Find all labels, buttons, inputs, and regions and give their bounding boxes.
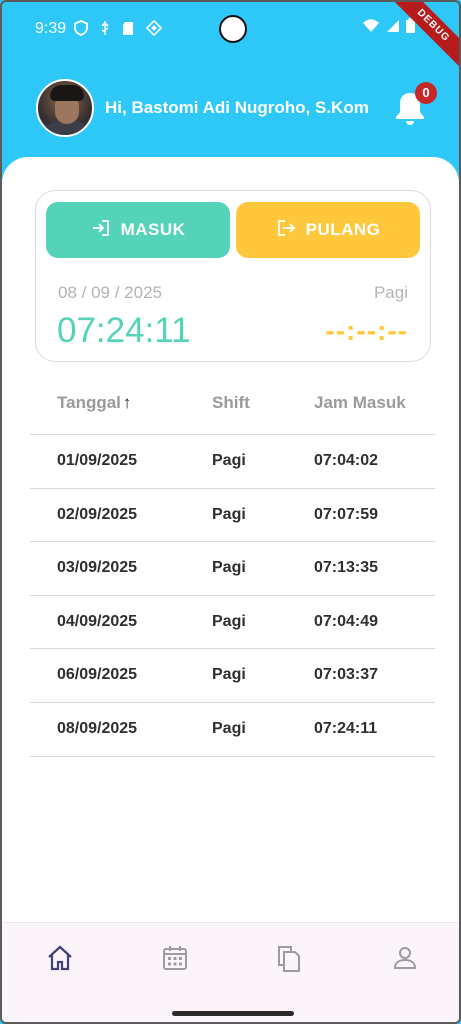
cell-date: 03/09/2025 [57, 559, 138, 577]
masuk-label: MASUK [120, 220, 186, 239]
status-bar: 9:39 DEBUG [2, 2, 459, 76]
table-row[interactable]: 01/09/2025 Pagi 07:04:02 [30, 435, 435, 489]
cell-jam-masuk: 07:13:35 [314, 559, 379, 577]
cell-date: 08/09/2025 [57, 719, 138, 737]
cell-shift: Pagi [212, 505, 246, 523]
column-header-jam-masuk[interactable]: Jam Masuk [314, 393, 406, 413]
current-shift: Pagi [373, 283, 408, 302]
cell-jam-masuk: 07:03:37 [314, 666, 379, 684]
sd-card-icon [122, 21, 134, 41]
home-icon[interactable] [45, 943, 75, 973]
table-row[interactable]: 08/09/2025 Pagi 07:24:11 [30, 703, 435, 757]
table-row[interactable]: 04/09/2025 Pagi 07:04:49 [30, 596, 435, 650]
nfc-icon [145, 19, 163, 41]
avatar[interactable] [36, 79, 94, 137]
cell-date: 06/09/2025 [57, 666, 138, 684]
home-indicator [172, 1011, 294, 1016]
calendar-icon[interactable] [160, 943, 190, 973]
usb-icon [100, 20, 110, 41]
column-header-date[interactable]: Tanggal ↑ [57, 393, 131, 413]
attendance-table: Tanggal ↑ Shift Jam Masuk 01/09/2025 Pagi… [30, 385, 435, 757]
signal-icon [386, 19, 400, 38]
cell-date: 01/09/2025 [57, 452, 138, 469]
table-row[interactable]: 02/09/2025 Pagi 07:07:59 [30, 489, 435, 543]
pulang-button[interactable]: PULANG [236, 202, 420, 258]
pulang-label: PULANG [305, 220, 381, 239]
copy-icon[interactable] [274, 943, 304, 973]
sort-arrow-icon: ↑ [122, 393, 132, 412]
wifi-icon [362, 18, 380, 38]
masuk-button[interactable]: MASUK [46, 202, 230, 258]
camera-cutout [219, 15, 247, 43]
time-out: --:--:-- [325, 315, 408, 346]
table-row[interactable]: 06/09/2025 Pagi 07:03:37 [30, 649, 435, 703]
time-in: 07:24:11 [57, 311, 191, 350]
cell-jam-masuk: 07:24:11 [314, 719, 378, 737]
cell-date: 02/09/2025 [57, 505, 138, 523]
date-header-label: Tanggal [57, 393, 121, 412]
cell-shift: Pagi [212, 452, 246, 469]
bottom-navigation [2, 922, 459, 1022]
profile-icon[interactable] [390, 943, 420, 973]
cell-jam-masuk: 07:07:59 [314, 505, 379, 523]
notification-badge: 0 [415, 82, 437, 104]
column-header-shift[interactable]: Shift [212, 393, 250, 413]
cell-date: 04/09/2025 [57, 612, 138, 630]
logout-icon [276, 218, 296, 243]
shield-icon [74, 20, 88, 41]
status-icons-right [362, 18, 415, 38]
cell-shift: Pagi [212, 666, 246, 684]
table-row[interactable]: 03/09/2025 Pagi 07:13:35 [30, 542, 435, 596]
cell-jam-masuk: 07:04:02 [314, 452, 379, 469]
status-icons-left [74, 19, 163, 41]
main-content: MASUK PULANG 08 / 09 / 2025 Pagi 07:24:1… [2, 157, 459, 922]
current-date: 08 / 09 / 2025 [58, 283, 162, 302]
login-icon [91, 218, 111, 243]
cell-shift: Pagi [212, 612, 246, 630]
attendance-card: MASUK PULANG 08 / 09 / 2025 Pagi 07:24:1… [35, 190, 431, 362]
status-time: 9:39 [35, 20, 67, 37]
cell-shift: Pagi [212, 719, 246, 737]
app-screen: 9:39 DEBUG Hi, Bastomi Adi Nugroho, S.Ko… [0, 0, 461, 1024]
cell-shift: Pagi [212, 559, 246, 577]
app-header: Hi, Bastomi Adi Nugroho, S.Kom 0 [2, 72, 459, 152]
greeting-text: Hi, Bastomi Adi Nugroho, S.Kom [105, 98, 369, 117]
table-header: Tanggal ↑ Shift Jam Masuk [30, 385, 435, 435]
cell-jam-masuk: 07:04:49 [314, 612, 379, 630]
